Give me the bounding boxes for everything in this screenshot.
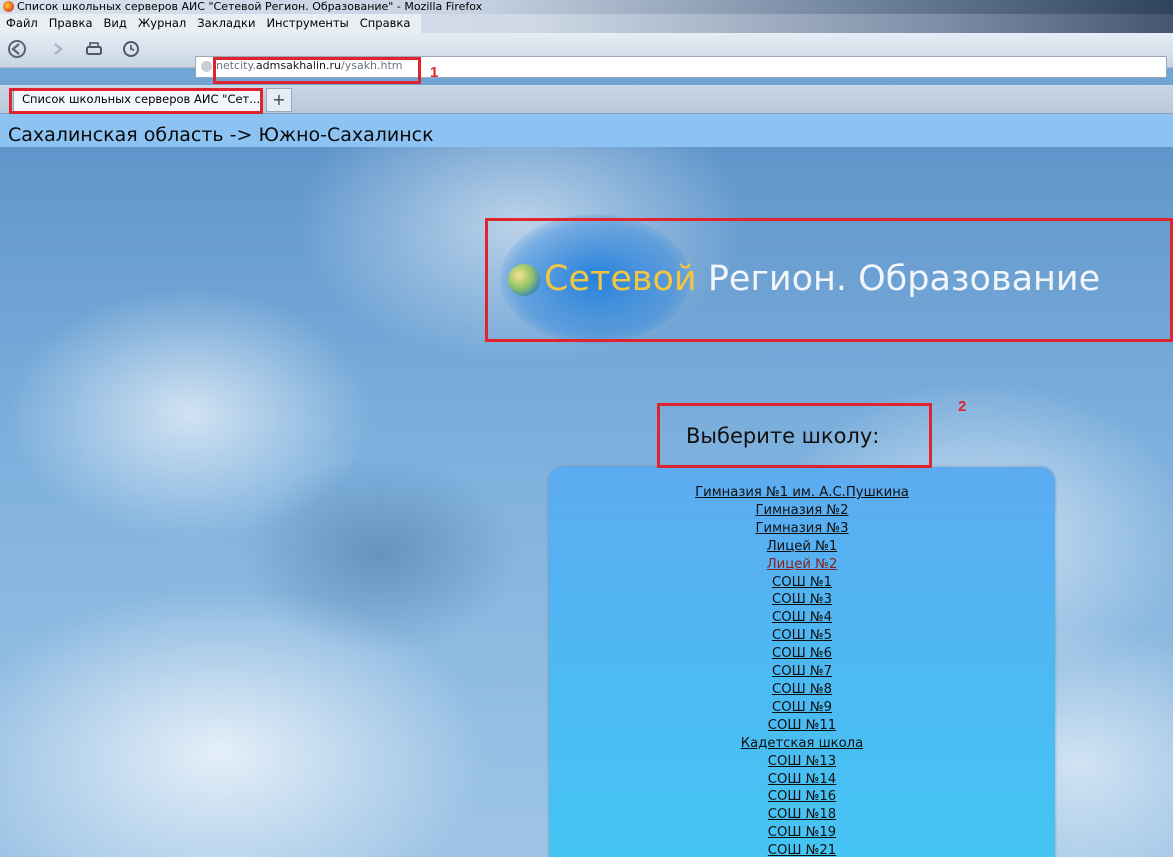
school-list-item: СОШ №21 (549, 842, 1055, 857)
school-link[interactable]: СОШ №14 (768, 772, 836, 787)
window-title: Список школьных серверов АИС "Сетевой Ре… (17, 0, 483, 13)
school-link[interactable]: Гимназия №3 (755, 521, 848, 536)
firefox-icon (3, 1, 14, 12)
school-list-item: СОШ №16 (549, 788, 1055, 806)
school-list-item: Гимназия №2 (549, 502, 1055, 520)
school-list-item: СОШ №4 (549, 609, 1055, 627)
new-tab-button[interactable]: + (266, 88, 292, 112)
school-list-item: СОШ №5 (549, 627, 1055, 645)
school-list-item: СОШ №19 (549, 824, 1055, 842)
school-link[interactable]: СОШ №6 (772, 646, 832, 661)
school-link[interactable]: СОШ №18 (768, 807, 836, 822)
school-list: Гимназия №1 им. А.С.Пушкина Гимназия №2 Ги… (549, 484, 1055, 857)
menu-edit[interactable]: Правка (49, 14, 93, 33)
school-link[interactable]: СОШ №19 (768, 825, 836, 840)
menu-bookmarks[interactable]: Закладки (197, 14, 255, 33)
school-link[interactable]: СОШ №13 (768, 754, 836, 769)
school-list-item: Кадетская школа (549, 735, 1055, 753)
school-link[interactable]: СОШ №4 (772, 610, 832, 625)
school-list-item: СОШ №8 (549, 681, 1055, 699)
menu-tools[interactable]: Инструменты (266, 14, 348, 33)
print-icon[interactable] (84, 39, 104, 59)
school-link[interactable]: СОШ №7 (772, 664, 832, 679)
school-link[interactable]: Лицей №2 (767, 557, 837, 572)
school-list-item: СОШ №18 (549, 806, 1055, 824)
menu-history[interactable]: Журнал (138, 14, 186, 33)
annotation-box-address (213, 57, 421, 84)
school-list-item: СОШ №11 (549, 717, 1055, 735)
school-link[interactable]: СОШ №5 (772, 628, 832, 643)
forward-icon[interactable] (48, 39, 68, 59)
annotation-number-2: 2 (958, 398, 967, 415)
annotation-box-tab (9, 88, 263, 114)
menu-view[interactable]: Вид (104, 14, 127, 33)
back-icon[interactable] (7, 39, 27, 59)
school-link[interactable]: СОШ №8 (772, 682, 832, 697)
menu-bar: Файл Правка Вид Журнал Закладки Инструме… (0, 14, 1173, 33)
region-breadcrumb: Сахалинская область -> Южно-Сахалинск (8, 124, 434, 146)
school-list-item: СОШ №6 (549, 645, 1055, 663)
school-list-item: СОШ №7 (549, 663, 1055, 681)
school-link[interactable]: СОШ №11 (768, 718, 836, 733)
school-list-item: Гимназия №1 им. А.С.Пушкина (549, 484, 1055, 502)
school-list-item: СОШ №14 (549, 771, 1055, 789)
school-link[interactable]: СОШ №9 (772, 700, 832, 715)
school-list-item: СОШ №3 (549, 591, 1055, 609)
window-titlebar: Список школьных серверов АИС "Сетевой Ре… (0, 0, 1173, 14)
school-link[interactable]: СОШ №21 (768, 843, 836, 857)
school-list-item: Лицей №2 (549, 556, 1055, 574)
school-list-item: Гимназия №3 (549, 520, 1055, 538)
school-link[interactable]: Лицей №1 (767, 539, 837, 554)
annotation-number-1: 1 (430, 64, 439, 81)
menu-file[interactable]: Файл (6, 14, 38, 33)
school-link[interactable]: СОШ №1 (772, 575, 832, 590)
school-list-item: СОШ №13 (549, 753, 1055, 771)
annotation-box-logo (485, 218, 1173, 342)
school-list-item: Лицей №1 (549, 538, 1055, 556)
school-link[interactable]: Кадетская школа (741, 736, 863, 751)
school-link[interactable]: Гимназия №2 (755, 503, 848, 518)
school-list-item: СОШ №9 (549, 699, 1055, 717)
site-identity-icon[interactable] (201, 61, 212, 72)
school-list-item: СОШ №1 (549, 574, 1055, 592)
history-icon[interactable] (121, 39, 141, 59)
menu-help[interactable]: Справка (360, 14, 411, 33)
annotation-box-choose (657, 403, 932, 468)
school-link[interactable]: Гимназия №1 им. А.С.Пушкина (695, 485, 909, 500)
school-link[interactable]: СОШ №16 (768, 789, 836, 804)
school-link[interactable]: СОШ №3 (772, 592, 832, 607)
